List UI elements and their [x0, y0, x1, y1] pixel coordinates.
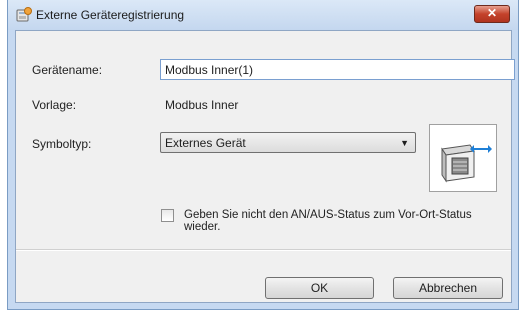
dialog-client-area: Gerätename: Modbus Inner(1) Vorlage: Mod… [15, 30, 515, 303]
close-button[interactable]: ✕ [474, 5, 510, 23]
dialog-window: Externe Geräteregistrierung ✕ Gerätename… [7, 0, 519, 310]
ok-button[interactable]: OK [265, 277, 374, 299]
device-name-label: Gerätename: [32, 63, 103, 77]
symbol-type-selected: Externes Gerät [165, 136, 246, 150]
window-title: Externe Geräteregistrierung [36, 8, 185, 22]
suppress-status-label[interactable]: Geben Sie nicht den AN/AUS-Status zum Vo… [184, 209, 511, 233]
symbol-type-select[interactable]: Externes Gerät ▼ [160, 132, 416, 153]
symbol-preview [429, 124, 497, 192]
device-name-field[interactable]: Modbus Inner(1) [160, 59, 515, 80]
symbol-type-label: Symboltyp: [32, 137, 92, 151]
template-value: Modbus Inner [165, 98, 239, 112]
chevron-down-icon: ▼ [400, 138, 409, 148]
title-bar[interactable]: Externe Geräteregistrierung ✕ [8, 0, 518, 30]
external-device-icon [441, 144, 492, 183]
suppress-status-checkbox[interactable] [161, 209, 174, 222]
separator [16, 249, 511, 251]
device-register-icon [16, 7, 32, 22]
cancel-button[interactable]: Abbrechen [393, 277, 503, 299]
template-label: Vorlage: [32, 98, 77, 112]
